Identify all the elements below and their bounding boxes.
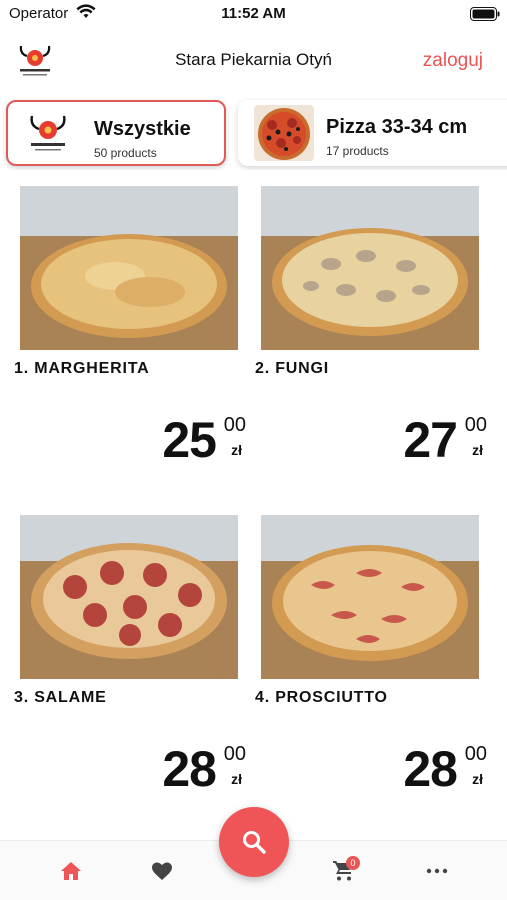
price-currency: zł (231, 771, 242, 787)
price-integer: 25 (162, 412, 217, 468)
margherita-photo (20, 186, 238, 350)
product-name: 4. PROSCIUTTO (255, 689, 388, 706)
product-card-fungi[interactable]: 2. FUNGI 27 00 zł (255, 186, 491, 476)
app-header: Stara Piekarnia Otyń zaloguj (0, 30, 507, 92)
more-icon[interactable] (425, 859, 449, 883)
cart-count-badge: 0 (346, 856, 360, 870)
price-decimal: 00 (464, 743, 487, 765)
category-count: 50 products (94, 146, 157, 160)
price-decimal: 00 (223, 414, 246, 436)
product-price: 27 00 zł (287, 412, 487, 472)
category-card-all[interactable]: Wszystkie 50 products (6, 100, 226, 166)
fungi-photo (261, 186, 479, 350)
category-name: Wszystkie (94, 118, 191, 140)
salame-photo (20, 515, 238, 679)
price-decimal: 00 (464, 414, 487, 436)
product-name: 1. MARGHERITA (14, 360, 150, 377)
price-currency: zł (472, 771, 483, 787)
home-icon[interactable] (59, 859, 83, 883)
status-bar: Operator 11:52 AM (0, 0, 507, 28)
product-name: 2. FUNGI (255, 360, 329, 377)
pizza-thumbnail (254, 105, 314, 161)
category-name: Pizza 33-34 cm (326, 116, 468, 138)
price-integer: 27 (403, 412, 458, 468)
login-link[interactable]: zaloguj (423, 50, 483, 72)
price-integer: 28 (403, 741, 458, 797)
product-card-salame[interactable]: 3. SALAME 28 00 zł (14, 515, 250, 805)
price-currency: zł (231, 442, 242, 458)
product-price: 28 00 zł (46, 741, 246, 801)
brand-logo (30, 115, 66, 151)
category-carousel[interactable]: Wszystkie 50 products Pizza 33-34 cm 17 … (0, 98, 507, 170)
product-price: 25 00 zł (46, 412, 246, 472)
battery-icon (470, 7, 500, 21)
product-name: 3. SALAME (14, 689, 107, 706)
search-icon (243, 831, 266, 854)
price-currency: zł (472, 442, 483, 458)
prosciutto-photo (261, 515, 479, 679)
heart-icon[interactable] (150, 859, 174, 883)
clock-time: 11:52 AM (221, 5, 286, 22)
search-button[interactable] (219, 807, 289, 877)
product-card-margherita[interactable]: 1. MARGHERITA 25 00 zł (14, 186, 250, 476)
product-price: 28 00 zł (287, 741, 487, 801)
product-card-prosciutto[interactable]: 4. PROSCIUTTO 28 00 zł (255, 515, 491, 805)
category-card-pizza[interactable]: Pizza 33-34 cm 17 products (238, 100, 507, 166)
price-decimal: 00 (223, 743, 246, 765)
price-integer: 28 (162, 741, 217, 797)
category-count: 17 products (326, 144, 389, 158)
